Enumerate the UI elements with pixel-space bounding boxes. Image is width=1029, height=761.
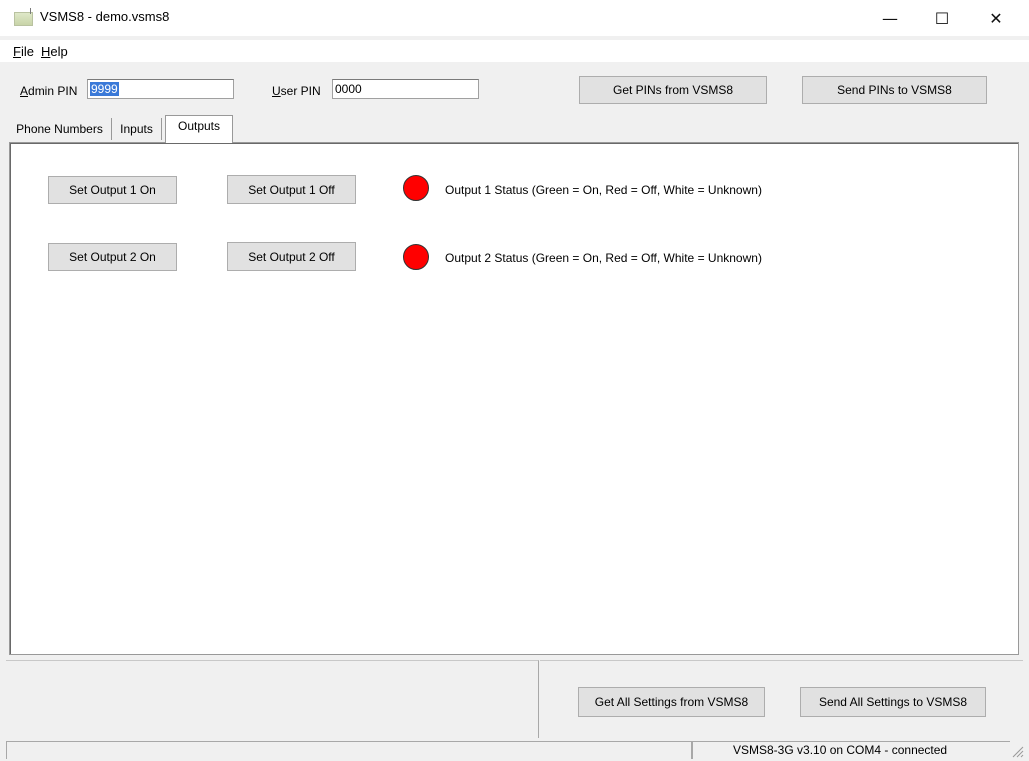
admin-pin-label-rest: dmin PIN [28, 84, 78, 98]
admin-pin-label: Admin PIN [20, 84, 77, 98]
tab-inputs[interactable]: Inputs [112, 118, 162, 140]
set-output-2-on-button[interactable]: Set Output 2 On [48, 243, 177, 271]
admin-pin-input[interactable]: 9999 [87, 79, 234, 99]
connection-status: VSMS8-3G v3.10 on COM4 - connected [692, 741, 1010, 759]
user-pin-value: 0000 [335, 82, 362, 96]
menu-help[interactable]: Help [41, 44, 68, 59]
minimize-button[interactable]: — [867, 0, 913, 36]
output-1-status-indicator [403, 175, 429, 201]
menu-help-label: elp [50, 44, 68, 59]
user-pin-input[interactable]: 0000 [332, 79, 479, 99]
menu-help-mnemonic: H [41, 44, 51, 59]
status-bar-left [6, 741, 692, 759]
tab-phone-numbers[interactable]: Phone Numbers [8, 118, 112, 140]
user-pin-label-rest: ser PIN [280, 84, 321, 98]
send-all-settings-button[interactable]: Send All Settings to VSMS8 [800, 687, 986, 717]
set-output-1-off-button[interactable]: Set Output 1 Off [227, 175, 356, 204]
menu-file[interactable]: File [13, 44, 34, 59]
send-pins-button[interactable]: Send PINs to VSMS8 [802, 76, 987, 104]
tab-outputs[interactable]: Outputs [165, 115, 233, 143]
admin-pin-value: 9999 [90, 82, 119, 96]
outputs-tab-panel [9, 142, 1019, 655]
menu-file-mnemonic: F [13, 44, 21, 59]
get-all-settings-button[interactable]: Get All Settings from VSMS8 [578, 687, 765, 717]
menu-bar [0, 40, 1029, 62]
output-2-status-label: Output 2 Status (Green = On, Red = Off, … [445, 251, 762, 265]
app-icon [14, 12, 33, 26]
set-output-1-on-button[interactable]: Set Output 1 On [48, 176, 177, 204]
app-icon-accent [30, 8, 31, 14]
menu-file-label: ile [20, 44, 34, 59]
close-button[interactable]: ✕ [973, 0, 1019, 36]
window-title: VSMS8 - demo.vsms8 [40, 9, 170, 24]
user-pin-label: User PIN [272, 84, 321, 98]
user-pin-mnemonic: U [272, 84, 281, 98]
set-output-2-off-button[interactable]: Set Output 2 Off [227, 242, 356, 271]
admin-pin-mnemonic: A [20, 84, 29, 98]
maximize-button[interactable]: ☐ [919, 0, 965, 36]
get-pins-button[interactable]: Get PINs from VSMS8 [579, 76, 767, 104]
bottom-left-panel [6, 660, 539, 738]
resize-grip-icon[interactable] [1010, 744, 1024, 758]
output-1-status-label: Output 1 Status (Green = On, Red = Off, … [445, 183, 762, 197]
output-2-status-indicator [403, 244, 429, 270]
